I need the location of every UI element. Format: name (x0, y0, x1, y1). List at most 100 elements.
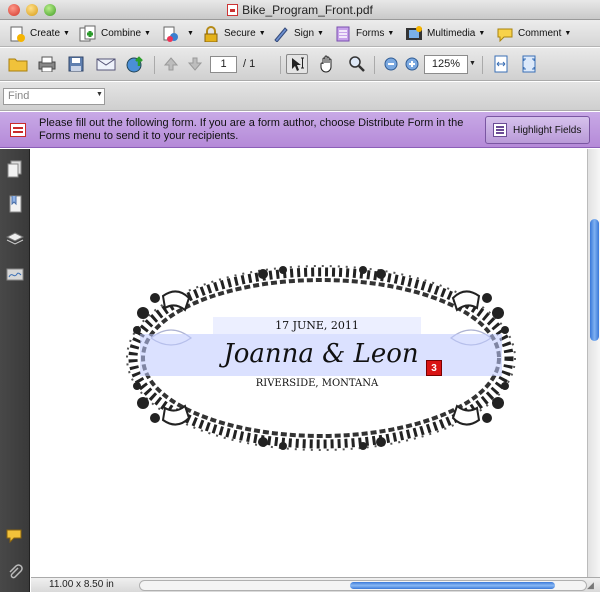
disk-icon (68, 56, 84, 72)
multimedia-button[interactable]: Multimedia ▼ (405, 23, 485, 44)
zoom-tool-button[interactable] (346, 54, 368, 74)
pages-icon (7, 160, 22, 178)
vertical-scrollbar[interactable] (587, 149, 600, 577)
names-field[interactable]: Joanna & Leon (140, 334, 502, 376)
comments-pane-button[interactable] (6, 527, 24, 545)
zoom-level-select[interactable]: 125% (424, 55, 468, 74)
page-thumbnails-button[interactable] (6, 160, 24, 178)
comment-label: Comment (518, 28, 562, 39)
chevron-down-icon[interactable]: ▼ (469, 60, 476, 67)
fit-width-icon (494, 55, 508, 73)
hand-icon (320, 55, 332, 73)
lock-icon (202, 25, 220, 43)
bookmarks-button[interactable] (6, 195, 24, 213)
film-icon (405, 25, 423, 43)
resize-grip-icon[interactable]: ◢ (587, 580, 594, 591)
navigation-toolbar: 1 / 1 125% ▼ (0, 48, 600, 81)
previous-page-button[interactable] (160, 54, 182, 74)
upload-button[interactable] (124, 54, 146, 74)
chevron-down-icon: ▼ (478, 30, 486, 37)
zoom-in-button[interactable] (401, 54, 423, 74)
forms-message: Please fill out the following form. If y… (39, 117, 464, 142)
toolbar-divider (154, 56, 155, 74)
envelope-icon (96, 58, 116, 71)
email-button[interactable] (95, 54, 117, 74)
full-screen-icon (522, 55, 536, 73)
page-number-input[interactable]: 1 (210, 56, 237, 73)
find-input[interactable]: Find (3, 88, 105, 105)
save-button[interactable] (65, 54, 87, 74)
create-label: Create (30, 28, 61, 39)
chevron-down-icon[interactable]: ▼ (96, 91, 103, 98)
toolbar-divider (482, 56, 483, 74)
zoom-in-icon (405, 57, 419, 71)
fit-width-button[interactable] (490, 54, 512, 74)
form-icon (334, 25, 352, 43)
attachments-button[interactable] (6, 563, 24, 581)
chevron-down-icon: ▼ (317, 30, 324, 37)
bookmark-icon (9, 195, 22, 213)
location-field[interactable]: RIVERSIDE, MONTANA (213, 376, 421, 392)
combine-button[interactable]: Combine ▼ (79, 23, 151, 44)
window-title: Bike_Program_Front.pdf (0, 3, 600, 17)
signatures-button[interactable] (6, 265, 24, 283)
page-total: / 1 (243, 58, 256, 70)
date-field[interactable]: 17 JUNE, 2011 (213, 317, 421, 334)
sign-button[interactable]: Sign ▼ (272, 23, 324, 44)
paperclip-icon (9, 564, 23, 579)
secure-label: Secure (224, 28, 256, 39)
toolbar-divider (280, 56, 281, 74)
combine-icon (79, 25, 97, 43)
open-folder-button[interactable] (7, 54, 29, 74)
horizontal-scrollbar[interactable] (139, 580, 587, 591)
task-toolbar: Create ▼ Combine ▼ ▼ Secure ▼ Sign ▼ Forms ▼ … (0, 20, 600, 47)
collaborate-button[interactable]: ▼ (162, 23, 194, 44)
highlight-fields-icon (493, 123, 507, 137)
globe-upload-icon (126, 56, 143, 73)
comment-bubble-icon (6, 529, 22, 544)
window-title-text: Bike_Program_Front.pdf (242, 3, 373, 17)
highlight-fields-label: Highlight Fields (513, 124, 582, 136)
navigation-pane (0, 149, 30, 592)
arrow-down-icon (187, 57, 203, 71)
folder-icon (8, 58, 28, 72)
forms-button[interactable]: Forms ▼ (334, 23, 394, 44)
create-icon (8, 25, 26, 43)
highlight-fields-button[interactable]: Highlight Fields (485, 116, 590, 144)
combine-label: Combine (101, 28, 142, 39)
page-size-label: 11.00 x 8.50 in (49, 579, 114, 590)
chevron-down-icon: ▼ (144, 30, 151, 37)
create-button[interactable]: Create ▼ (8, 23, 70, 44)
multimedia-label: Multimedia (427, 28, 476, 39)
forms-message-bar: Please fill out the following form. If y… (0, 112, 600, 148)
status-bar: 11.00 x 8.50 in ◢ (31, 577, 600, 592)
title-bar: Bike_Program_Front.pdf (0, 0, 600, 20)
signature-icon (6, 268, 24, 281)
pen-icon (272, 25, 290, 43)
field-count-badge: 3 (426, 360, 442, 376)
next-page-button[interactable] (184, 54, 206, 74)
form-fields-icon (10, 123, 26, 137)
pdf-file-icon (227, 4, 239, 16)
select-tool-button[interactable] (286, 54, 308, 74)
vertical-scroll-thumb[interactable] (590, 219, 599, 341)
chevron-down-icon: ▼ (258, 30, 266, 37)
secure-button[interactable]: Secure ▼ (202, 23, 266, 44)
text-cursor-icon (292, 57, 304, 71)
layers-icon (6, 232, 24, 245)
printer-icon (38, 56, 56, 72)
horizontal-scroll-thumb[interactable] (350, 582, 555, 589)
find-bar: Find ▼ (0, 82, 600, 111)
print-button[interactable] (36, 54, 58, 74)
comment-button[interactable]: Comment ▼ (496, 23, 571, 44)
layers-button[interactable] (6, 230, 24, 248)
sign-label: Sign (294, 28, 315, 39)
toolbar-divider (374, 56, 375, 74)
hand-tool-button[interactable] (316, 54, 338, 74)
full-screen-button[interactable] (518, 54, 540, 74)
chevron-down-icon: ▼ (187, 30, 194, 37)
magnifier-icon (349, 56, 365, 72)
collaborate-icon (162, 25, 180, 43)
zoom-out-button[interactable] (380, 54, 402, 74)
comment-icon (496, 25, 514, 43)
